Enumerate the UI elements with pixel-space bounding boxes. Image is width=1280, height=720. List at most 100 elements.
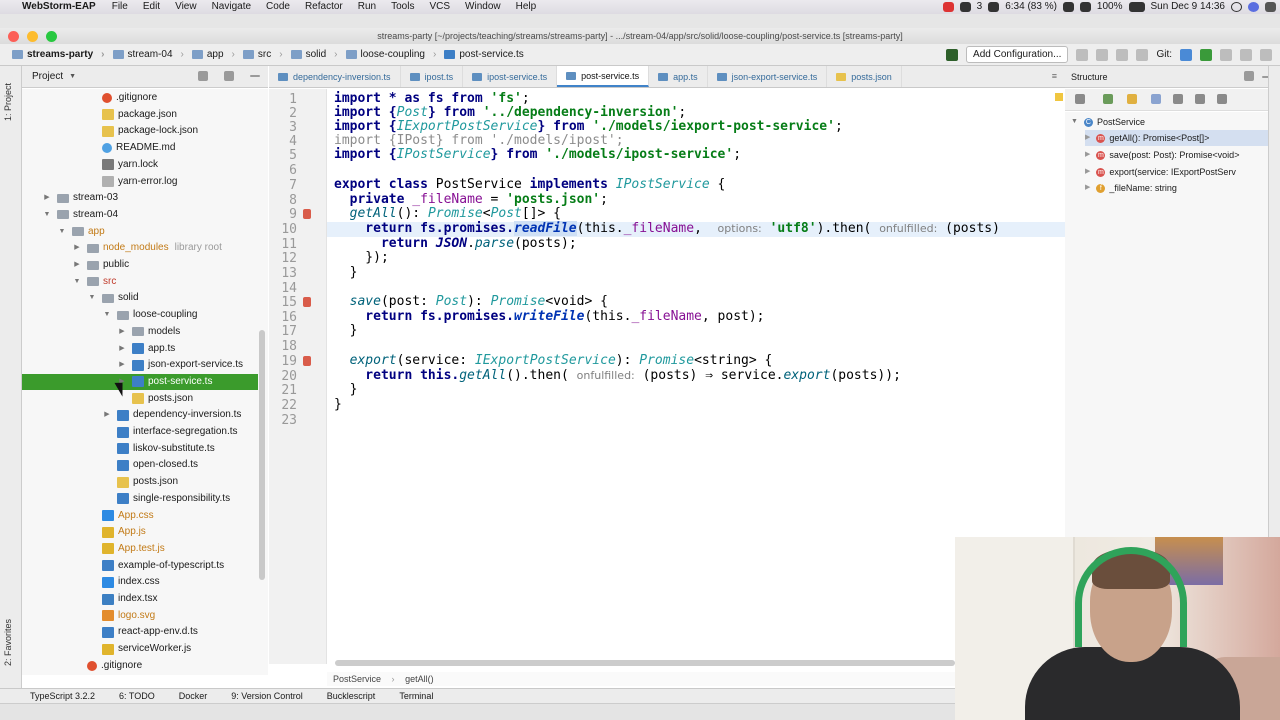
chevron-right-icon[interactable]: ▶ [73, 240, 81, 256]
structure-item[interactable]: ▶ m getAll(): Promise<Post[]> [1085, 130, 1268, 146]
tree-item[interactable]: index.tsx [22, 591, 258, 607]
docker-tool-tab[interactable]: Docker [179, 691, 208, 701]
chevron-down-icon[interactable]: ▼ [58, 224, 66, 240]
sort-alpha-icon[interactable] [1075, 94, 1085, 104]
gear-icon[interactable] [1244, 71, 1254, 81]
tree-item[interactable]: logo.svg [22, 608, 258, 624]
chevron-down-icon[interactable]: ▼ [69, 73, 76, 80]
stop-icon[interactable] [1136, 48, 1149, 61]
editor-tab[interactable]: ipost-service.ts [463, 66, 558, 87]
tree-item[interactable]: open-closed.ts [22, 457, 258, 473]
run-icon[interactable] [1076, 48, 1089, 61]
menu-refactor[interactable]: Refactor [305, 0, 343, 14]
tree-item[interactable]: single-responsibility.ts [22, 491, 258, 507]
siri-icon[interactable] [1248, 2, 1259, 12]
chevron-down-icon[interactable]: ▼ [88, 290, 96, 306]
todo-tool-tab[interactable]: 6: TODO [119, 691, 155, 701]
tree-item-selected[interactable]: ▶ post-service.ts [22, 373, 258, 390]
structure-root[interactable]: ▼ C PostService [1071, 114, 1145, 130]
debug-icon[interactable] [1096, 48, 1109, 61]
menu-help[interactable]: Help [516, 0, 537, 14]
tree-item[interactable]: ▶ models [22, 324, 258, 340]
search-everywhere-icon[interactable] [1260, 48, 1272, 61]
show-fields-icon[interactable] [1127, 94, 1137, 104]
tree-item[interactable]: ▼ stream-04 [22, 207, 258, 223]
tree-item[interactable]: App.js [22, 524, 258, 540]
tree-item[interactable]: serviceWorker.js [22, 641, 258, 657]
editor-horizontal-scrollbar[interactable] [335, 660, 955, 666]
show-properties-icon[interactable] [1151, 94, 1161, 104]
add-configuration-button[interactable]: Add Configuration... [966, 46, 1069, 63]
coverage-icon[interactable] [1116, 48, 1129, 61]
terminal-tool-tab[interactable]: Terminal [399, 691, 433, 701]
tree-item[interactable]: .gitignore [22, 90, 258, 106]
expand-all-icon[interactable] [1195, 94, 1205, 104]
breadcrumb-app[interactable]: app › [188, 49, 239, 60]
project-scrollbar[interactable] [259, 330, 265, 580]
menu-window[interactable]: Window [465, 0, 501, 14]
app-menu[interactable]: WebStorm-EAP [22, 0, 96, 14]
battery-icon[interactable] [1128, 2, 1145, 12]
filter-icon[interactable] [1173, 94, 1183, 104]
chevron-right-icon[interactable]: ▶ [118, 357, 126, 373]
chevron-down-icon[interactable]: ▼ [73, 274, 81, 290]
tree-item[interactable]: ▶ public [22, 257, 258, 273]
tree-item[interactable]: liskov-substitute.ts [22, 441, 258, 457]
app-status-icon[interactable] [942, 2, 954, 12]
chevron-down-icon[interactable]: ▼ [43, 207, 51, 223]
menu-file[interactable]: File [112, 0, 128, 14]
collapse-all-icon[interactable] [1217, 94, 1227, 104]
project-tool-tab[interactable]: 1: Project [3, 83, 13, 121]
project-view-selector[interactable]: Project [32, 71, 63, 82]
hide-icon[interactable] [250, 75, 260, 77]
tree-item[interactable]: ▼ app [22, 224, 258, 240]
chevron-right-icon[interactable]: ▶ [43, 190, 51, 206]
menu-navigate[interactable]: Navigate [212, 0, 251, 14]
implements-marker-icon[interactable] [303, 297, 311, 307]
menu-run[interactable]: Run [358, 0, 376, 14]
vcs-commit-icon[interactable] [1200, 48, 1212, 61]
tree-item[interactable]: package.json [22, 107, 258, 123]
chevron-down-icon[interactable]: ▼ [103, 307, 111, 323]
gear-icon[interactable] [224, 71, 234, 81]
wifi-icon[interactable] [1079, 2, 1091, 12]
menu-tools[interactable]: Tools [391, 0, 414, 14]
tree-item[interactable]: ▶ json-export-service.ts [22, 357, 258, 373]
history-icon[interactable] [1220, 48, 1232, 61]
bucklescript-tool-tab[interactable]: Bucklescript [327, 691, 376, 701]
tree-item[interactable]: posts.json [22, 474, 258, 490]
clock-icon[interactable] [988, 2, 1000, 12]
implements-marker-icon[interactable] [303, 209, 311, 219]
favorites-tool-tab[interactable]: 2: Favorites [3, 619, 13, 666]
breadcrumb-solid[interactable]: solid › [287, 49, 342, 60]
typescript-tool-tab[interactable]: TypeScript 3.2.2 [30, 691, 95, 701]
tabs-overflow-icon[interactable]: ≡ [1044, 66, 1065, 87]
implements-marker-icon[interactable] [303, 356, 311, 366]
structure-item[interactable]: ▶ m export(service: IExportPostServ [1085, 164, 1236, 180]
control-center-icon[interactable] [1265, 2, 1276, 12]
menu-edit[interactable]: Edit [143, 0, 160, 14]
editor-tab[interactable]: json-export-service.ts [708, 66, 828, 87]
tree-item[interactable]: posts.json [22, 391, 258, 407]
breadcrumb-project[interactable]: streams-party › [0, 49, 109, 60]
tree-item[interactable]: ▼ src [22, 274, 258, 290]
menu-view[interactable]: View [175, 0, 197, 14]
tree-item[interactable]: ▶ app.ts [22, 341, 258, 357]
editor-tab[interactable]: dependency-inversion.ts [269, 66, 401, 87]
zoom-window-icon[interactable] [46, 31, 57, 42]
tree-item[interactable]: react-app-env.d.ts [22, 624, 258, 640]
warning-marker-icon[interactable] [1055, 93, 1063, 101]
breadcrumb-src[interactable]: src › [239, 49, 287, 60]
version-control-tool-tab[interactable]: 9: Version Control [231, 691, 303, 701]
tree-item[interactable]: .gitignore [22, 658, 258, 674]
tree-item[interactable]: interface-segregation.ts [22, 424, 258, 440]
skype-icon[interactable] [959, 2, 971, 12]
cloud-icon[interactable] [1062, 2, 1074, 12]
tree-item[interactable]: App.test.js [22, 541, 258, 557]
tree-item[interactable]: ▼ loose-coupling [22, 307, 258, 323]
chevron-right-icon[interactable]: ▶ [118, 324, 126, 340]
tree-item[interactable]: ▼ solid [22, 290, 258, 306]
tree-item[interactable]: ▶ stream-03 [22, 190, 258, 206]
editor-tab-active[interactable]: post-service.ts [557, 66, 650, 87]
structure-item[interactable]: ▶ f _fileName: string [1085, 180, 1177, 196]
